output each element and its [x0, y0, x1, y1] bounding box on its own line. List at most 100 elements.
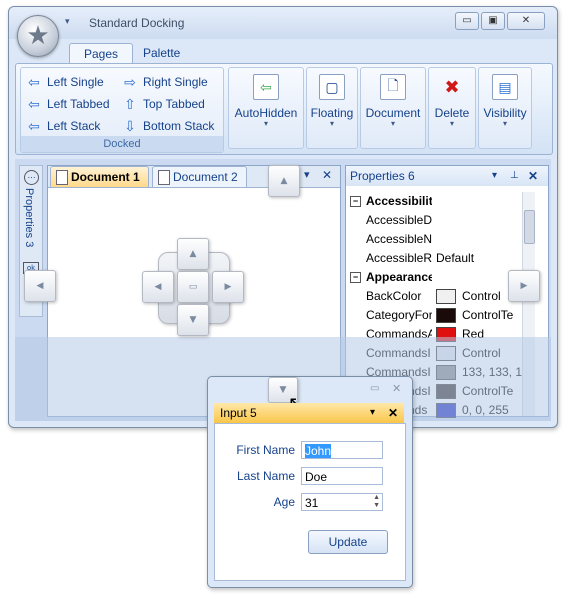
delete-icon: ✖: [444, 76, 460, 97]
input-5-dropdown-icon[interactable]: ▾: [370, 403, 375, 423]
pin-icon[interactable]: ⊥: [510, 166, 519, 186]
chevron-down-icon: ▾: [502, 119, 507, 128]
right-single-label: Right Single: [143, 75, 208, 89]
input-5-title: Input 5: [220, 406, 257, 420]
documents-close-icon[interactable]: ✕: [322, 168, 332, 182]
document-button[interactable]: 🗋 Document ▾: [360, 67, 426, 149]
properties-dropdown-icon[interactable]: ▾: [492, 166, 497, 186]
tab-document-2[interactable]: Document 2: [152, 166, 247, 187]
scrollbar-thumb[interactable]: [524, 210, 535, 244]
property-value[interactable]: Control: [436, 287, 501, 306]
property-name: CategoryFor: [366, 308, 432, 322]
document-icon: [56, 170, 68, 185]
right-single-button[interactable]: ⇨ Right Single: [121, 72, 208, 92]
visibility-label: Visibility: [483, 106, 527, 120]
chevron-down-icon: ▾: [449, 119, 454, 128]
collapse-icon[interactable]: −: [350, 272, 361, 283]
chevron-down-icon: ▾: [263, 119, 268, 128]
visibility-button[interactable]: ▤ Visibility ▾: [478, 67, 532, 149]
minimize-button[interactable]: ▭: [455, 12, 479, 30]
visibility-icon: ▤: [492, 74, 518, 100]
property-row[interactable]: AccessibleRo Default: [350, 249, 530, 268]
left-single-label: Left Single: [47, 75, 104, 89]
color-swatch: [436, 289, 456, 304]
property-name: AccessibleN: [366, 232, 432, 246]
collapse-icon[interactable]: −: [350, 196, 361, 207]
dock-guide-center-cluster: ▲ ◀ ▭ ▶ ▼: [142, 238, 244, 336]
property-value[interactable]: Default: [436, 249, 474, 268]
input-5-close-icon[interactable]: ✕: [388, 403, 398, 423]
left-stack-label: Left Stack: [47, 119, 101, 133]
top-tabbed-button[interactable]: ⇧ Top Tabbed: [121, 94, 205, 114]
bottom-stack-label: Bottom Stack: [143, 119, 215, 133]
floating-label: Floating: [310, 106, 354, 120]
docked-group-title: Docked: [21, 136, 223, 152]
dock-guide-right-icon[interactable]: ▶: [508, 270, 540, 302]
left-tabbed-button[interactable]: ⇦ Left Tabbed: [25, 94, 109, 114]
document-icon: 🗋: [380, 74, 406, 100]
property-row[interactable]: AccessibleDe: [350, 211, 530, 230]
update-button[interactable]: Update: [308, 530, 388, 554]
stepper-down-icon[interactable]: ▼: [373, 502, 380, 510]
floating-window-input-5[interactable]: ▼ ▭ ✕ ↖ Input 5 ▾ ✕ First Name John Last…: [207, 376, 413, 588]
first-name-label: First Name: [236, 443, 295, 457]
age-stepper[interactable]: 31 ▲ ▼: [301, 493, 383, 511]
properties-icon: ⋯: [24, 170, 39, 185]
property-row[interactable]: CategoryFor ControlTe: [350, 306, 530, 325]
dock-guide-center-left-icon[interactable]: ◀: [142, 271, 174, 303]
first-name-value: John: [305, 444, 332, 458]
input-form: First Name John Last Name Doe Age 31 ▲ ▼…: [214, 423, 406, 581]
autohidden-button[interactable]: ⇦ AutoHidden ▾: [228, 67, 304, 149]
left-single-button[interactable]: ⇦ Left Single: [25, 72, 104, 92]
stepper-up-icon[interactable]: ▲: [373, 494, 380, 502]
chevron-down-icon: ▾: [329, 119, 334, 128]
document-label: Document: [365, 106, 421, 120]
float-close-icon[interactable]: ✕: [392, 382, 401, 395]
documents-dropdown-icon[interactable]: ▾: [304, 168, 310, 181]
property-category[interactable]: − Appearance: [350, 268, 530, 287]
ribbon-tab-pages[interactable]: Pages: [69, 43, 134, 64]
property-row[interactable]: BackColor Control: [350, 287, 530, 306]
dock-guide-top-icon[interactable]: ▲: [268, 165, 300, 197]
property-value[interactable]: ControlTe: [436, 306, 513, 325]
dock-guide-center-fill-icon[interactable]: ▭: [177, 271, 209, 303]
delete-button[interactable]: ✖ Delete ▾: [428, 67, 476, 149]
first-name-field[interactable]: John: [301, 441, 383, 459]
property-name: Appearance: [366, 270, 432, 284]
ribbon-tab-palette[interactable]: Palette: [129, 43, 194, 63]
tab-document-1-label: Document 1: [71, 170, 140, 184]
delete-label: Delete: [434, 106, 470, 120]
dock-guide-left-icon[interactable]: ◀: [24, 270, 56, 302]
last-name-field[interactable]: Doe: [301, 467, 383, 485]
property-name: AccessibleDe: [366, 213, 432, 227]
bottom-stack-button[interactable]: ⇩ Bottom Stack: [121, 116, 214, 136]
floating-button[interactable]: ▢ Floating ▾: [306, 67, 358, 149]
properties-close-icon[interactable]: ✕: [528, 166, 538, 186]
autohide-tab-properties-3[interactable]: Properties 3: [23, 188, 35, 247]
dock-guide-center-top-icon[interactable]: ▲: [177, 238, 209, 270]
properties-title: Properties 6: [350, 169, 415, 183]
property-row[interactable]: AccessibleN: [350, 230, 530, 249]
top-tabbed-label: Top Tabbed: [143, 97, 205, 111]
float-maximize-icon[interactable]: ▭: [370, 383, 379, 394]
close-button[interactable]: ✕: [507, 12, 545, 30]
property-value-text: Control: [462, 289, 501, 303]
dock-guide-center-bottom-icon[interactable]: ▼: [177, 304, 209, 336]
arrow-left-icon: ⇦: [28, 118, 40, 134]
application-orb-star-icon[interactable]: ★: [17, 15, 59, 57]
property-name: Accessibility: [366, 194, 432, 208]
property-category[interactable]: −Accessibility: [350, 192, 530, 211]
left-stack-button[interactable]: ⇦ Left Stack: [25, 116, 100, 136]
autohidden-icon: ⇦: [253, 74, 279, 100]
arrow-up-icon: ⇧: [124, 96, 136, 112]
age-value: 31: [305, 496, 319, 510]
last-name-label: Last Name: [236, 469, 295, 483]
age-label: Age: [273, 495, 295, 509]
tab-document-1[interactable]: Document 1: [50, 166, 149, 187]
property-name: AccessibleRo: [366, 251, 432, 265]
arrow-left-icon: ⇦: [28, 96, 40, 112]
restore-button[interactable]: ▣: [481, 12, 505, 30]
arrow-right-icon: ⇨: [124, 74, 136, 90]
quick-access-toolbar-dropdown[interactable]: ▾: [65, 17, 70, 27]
dock-guide-center-right-icon[interactable]: ▶: [212, 271, 244, 303]
